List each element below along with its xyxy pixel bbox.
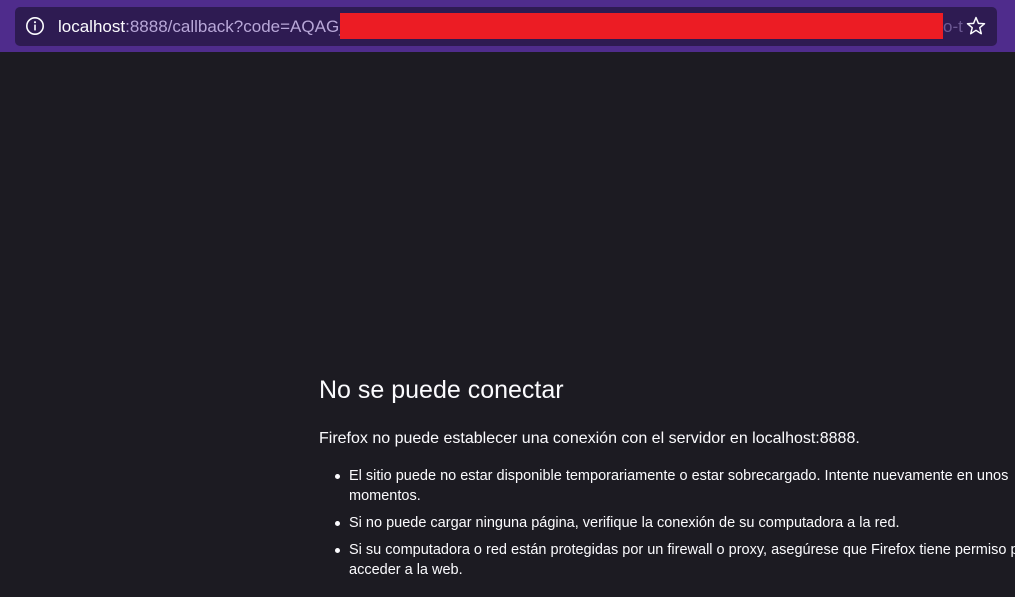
url-host: localhost xyxy=(58,17,126,36)
list-item-text-continued: momentos. xyxy=(349,488,421,504)
star-icon[interactable] xyxy=(965,15,987,37)
list-item-text-continued: acceder a la web. xyxy=(349,562,463,578)
list-item: El sitio puede no estar disponible tempo… xyxy=(335,466,1015,506)
url-path: :8888/callback?code=AQAG_ xyxy=(125,17,349,36)
list-item-text: El sitio puede no estar disponible tempo… xyxy=(349,468,1009,484)
redaction-overlay xyxy=(340,13,943,39)
list-item: Si no puede cargar ninguna página, verif… xyxy=(335,513,1015,533)
error-page: No se puede conectar Firefox no puede es… xyxy=(319,374,1015,587)
url-text[interactable]: localhost:8888/callback?code=AQAG_ xyxy=(58,17,349,37)
error-title: No se puede conectar xyxy=(319,376,564,404)
list-item: Si su computadora o red están protegidas… xyxy=(335,540,1015,580)
address-bar[interactable]: localhost:8888/callback?code=AQAG_ o-t xyxy=(15,7,997,46)
url-tail: o-t xyxy=(943,17,963,36)
browser-toolbar: localhost:8888/callback?code=AQAG_ o-t xyxy=(0,0,1015,52)
info-icon[interactable] xyxy=(25,16,45,36)
error-reasons-list: El sitio puede no estar disponible tempo… xyxy=(319,466,1015,580)
list-item-text: Si su computadora o red están protegidas… xyxy=(349,542,1015,558)
list-item-text: Si no puede cargar ninguna página, verif… xyxy=(349,515,900,531)
error-description: Firefox no puede establecer una conexión… xyxy=(319,430,860,447)
